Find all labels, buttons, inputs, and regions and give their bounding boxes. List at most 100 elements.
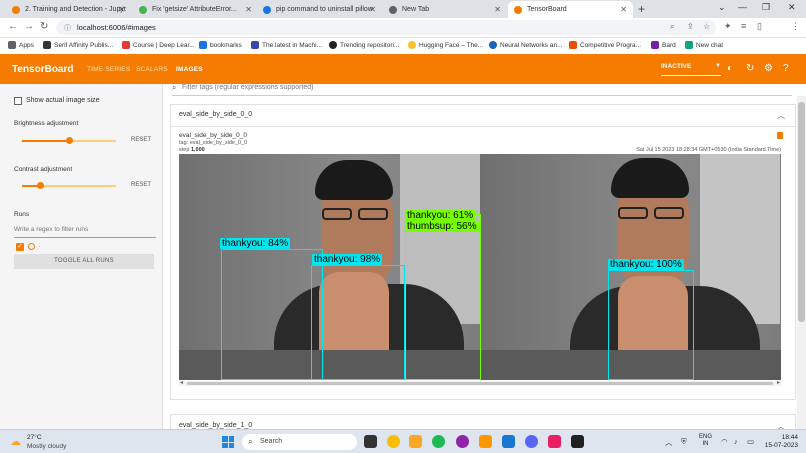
close-icon[interactable]: ✕ xyxy=(369,5,376,14)
jupyter-favicon-icon xyxy=(12,5,20,14)
glasses-left-lens xyxy=(618,207,648,219)
weather-cloud-sun-icon[interactable]: ☁ xyxy=(10,435,21,448)
volume-icon[interactable]: ♪ xyxy=(734,437,738,446)
vpn-icon[interactable]: ⛨ xyxy=(681,437,687,447)
close-icon[interactable]: ✕ xyxy=(245,5,252,14)
collapse-chevron-icon[interactable]: ︿ xyxy=(777,110,785,121)
bookmark-label: New chat xyxy=(696,41,724,49)
taskbar-search-box[interactable]: ⌕ Search xyxy=(242,434,357,450)
nav-scalars[interactable]: SCALARS xyxy=(136,66,168,73)
wifi-icon[interactable]: ◠ xyxy=(721,437,728,446)
bookmark-apps[interactable]: Apps xyxy=(8,41,34,49)
jupyter-app-icon[interactable] xyxy=(479,435,492,448)
tab-search-chevron-icon[interactable]: ⌄ xyxy=(718,2,726,13)
run-checkbox[interactable]: ✓ xyxy=(16,243,24,251)
show-actual-size-checkbox[interactable] xyxy=(14,97,22,105)
bookmark-bookmarks[interactable]: bookmarks xyxy=(199,41,242,49)
help-icon[interactable]: ? xyxy=(783,63,789,74)
lang-code: ENG xyxy=(699,434,713,440)
battery-icon[interactable]: ▭ xyxy=(747,437,754,446)
bookmark-star-icon[interactable]: ☆ xyxy=(703,22,710,31)
bookmark-neural-networks[interactable]: Neural Networks an... xyxy=(489,41,563,49)
tab-new-tab[interactable]: New Tab ✕ xyxy=(383,1,507,18)
nav-images[interactable]: IMAGES xyxy=(176,66,203,73)
bookmark-bard[interactable]: Bard xyxy=(651,41,676,49)
bookmark-competitive[interactable]: Competitive Progra... xyxy=(569,41,641,49)
weather-temperature[interactable]: 27°C xyxy=(27,434,42,441)
tab-fix-getsize[interactable]: Fix 'getsize' AttributeError... ✕ xyxy=(133,1,258,18)
dark-mode-icon[interactable]: ◐ xyxy=(727,63,733,74)
scrollbar-thumb[interactable] xyxy=(798,102,805,322)
close-icon[interactable]: ✕ xyxy=(620,5,627,14)
spotify-icon[interactable] xyxy=(432,435,445,448)
bookmark-course[interactable]: Course | Deep Lear... xyxy=(122,41,195,49)
file-explorer-icon[interactable] xyxy=(409,435,422,448)
contrast-reset-button[interactable]: RESET xyxy=(131,182,151,188)
terminal-icon[interactable] xyxy=(571,435,584,448)
bookmark-label: Bard xyxy=(662,41,676,49)
weather-description[interactable]: Mostly cloudy xyxy=(27,443,66,450)
image-horizontal-scrollbar[interactable]: ◂ ▸ xyxy=(179,379,781,386)
back-icon[interactable]: ← xyxy=(8,21,18,32)
window-close-icon[interactable]: ✕ xyxy=(788,2,796,13)
page-vertical-scrollbar[interactable] xyxy=(797,96,806,429)
settings-gear-icon[interactable]: ⚙ xyxy=(764,63,773,74)
chrome-icon[interactable] xyxy=(387,435,400,448)
extensions-icon[interactable]: ✦ xyxy=(724,21,732,32)
course-icon xyxy=(122,41,130,49)
tab-label: New Tab xyxy=(402,6,430,13)
brightness-slider[interactable] xyxy=(22,137,116,144)
slack-icon[interactable] xyxy=(548,435,561,448)
slider-thumb[interactable] xyxy=(37,182,45,189)
new-tab-icon[interactable]: + xyxy=(638,2,645,16)
bookmark-new-chat[interactable]: New chat xyxy=(685,41,723,49)
maximize-icon[interactable]: ❐ xyxy=(762,2,770,13)
pin-icon[interactable] xyxy=(777,132,783,139)
brand-title[interactable]: TensorBoard xyxy=(12,64,74,75)
minimize-icon[interactable]: — xyxy=(738,2,747,12)
refresh-icon[interactable]: ↻ xyxy=(746,63,754,74)
scroll-left-icon[interactable]: ◂ xyxy=(180,379,183,386)
scroll-right-icon[interactable]: ▸ xyxy=(777,379,780,386)
contrast-slider[interactable] xyxy=(22,182,116,189)
inactive-plugins-select[interactable]: INACTIVE ▼ xyxy=(661,63,721,76)
site-info-icon[interactable]: ⓘ xyxy=(64,23,71,33)
bookmark-serif-affinity[interactable]: Serif Affinity Publis... xyxy=(43,41,113,49)
filter-tags-input[interactable]: ⌕ Filter tags (regular expressions suppo… xyxy=(172,84,792,96)
run-color-swatch[interactable] xyxy=(28,243,35,250)
reload-icon[interactable]: ↻ xyxy=(40,21,48,32)
brightness-reset-button[interactable]: RESET xyxy=(131,137,151,143)
share-icon[interactable]: ⇪ xyxy=(687,22,694,31)
discord-icon[interactable] xyxy=(525,435,538,448)
forward-icon[interactable]: → xyxy=(24,21,34,32)
toggle-all-runs-button[interactable]: TOGGLE ALL RUNS xyxy=(14,254,154,269)
bookmark-machine-learning[interactable]: The latest in Machi... xyxy=(251,41,322,49)
reading-list-icon[interactable]: ≡ xyxy=(741,21,746,31)
tab-tensorboard[interactable]: TensorBoard ✕ xyxy=(508,1,633,18)
collapse-chevron-icon[interactable]: ︿ xyxy=(777,421,785,429)
system-clock[interactable]: 18:44 15-07-2023 xyxy=(762,434,798,450)
address-bar[interactable]: ⓘ localhost:6006/#images xyxy=(56,20,716,35)
side-panel-icon[interactable]: ▯ xyxy=(757,21,762,32)
bookmark-trending[interactable]: Trending repositori... xyxy=(329,41,399,49)
obs-icon[interactable] xyxy=(456,435,469,448)
tab-jupyter[interactable]: 2. Training and Detection - Jupyt ✕ xyxy=(6,1,131,18)
image-card-collapsed[interactable]: eval_side_by_side_1_0 ︿ xyxy=(170,414,796,429)
windows-start-icon[interactable] xyxy=(222,436,234,448)
scrollbar-thumb[interactable] xyxy=(187,382,773,385)
tab-pip-command[interactable]: pip command to uninstall pillow ✕ xyxy=(257,1,382,18)
vscode-icon[interactable] xyxy=(502,435,515,448)
input-language-indicator[interactable]: ENG IN xyxy=(699,434,712,448)
tray-chevron-up-icon[interactable]: ︿ xyxy=(665,437,673,448)
task-view-icon[interactable] xyxy=(364,435,377,448)
bookmark-label: Course | Deep Lear... xyxy=(133,41,195,49)
close-icon[interactable]: ✕ xyxy=(118,5,125,14)
nav-time-series[interactable]: TIME SERIES xyxy=(87,66,130,73)
image-timestamp: Sat Jul 15 2023 18:28:34 GMT+0530 (India… xyxy=(636,147,781,153)
menu-kebab-icon[interactable]: ⋮ xyxy=(791,21,800,32)
close-icon[interactable]: ✕ xyxy=(494,5,501,14)
run-regex-input[interactable]: Write a regex to filter runs xyxy=(14,226,156,238)
slider-thumb[interactable] xyxy=(65,137,73,144)
bookmark-hugging-face[interactable]: Hugging Face – The... xyxy=(408,41,483,49)
search-icon[interactable]: ⌕ xyxy=(670,22,674,32)
